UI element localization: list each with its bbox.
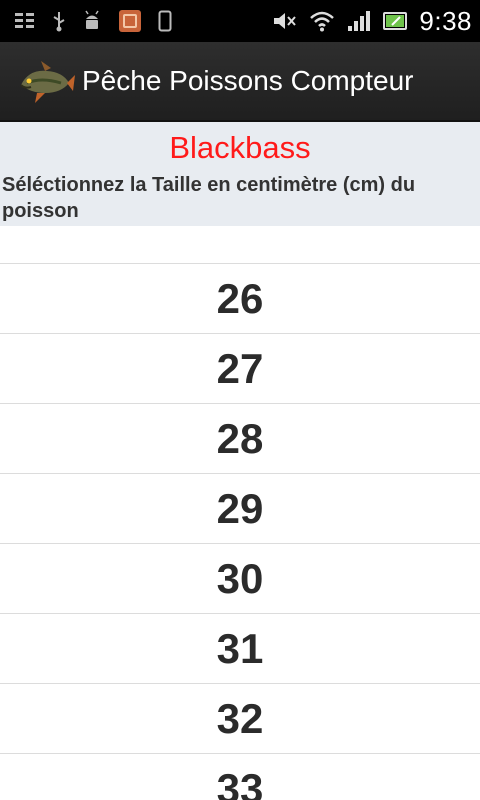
battery-icon [383,11,409,31]
size-item-26[interactable]: 26 [0,264,480,334]
status-indicators: 9:38 [261,6,472,37]
size-item-30[interactable]: 30 [0,544,480,614]
android-debug-icon [82,10,102,32]
status-time: 9:38 [419,5,472,36]
size-item-27[interactable]: 27 [0,334,480,404]
wifi-icon [309,10,335,32]
size-list[interactable]: 26 27 28 29 30 31 32 33 [0,226,480,800]
size-item-32[interactable]: 32 [0,684,480,754]
sd-card-icon [118,9,142,33]
app-title: Pêche Poissons Compteur [82,65,414,96]
size-item-31[interactable]: 31 [0,614,480,684]
fish-name-title: Blackbass [169,130,311,165]
phone-icon [158,10,172,32]
signal-icon [347,10,371,32]
mute-icon [273,11,297,31]
fish-logo-icon[interactable] [16,53,76,109]
list-spacer [0,226,480,264]
size-item-29[interactable]: 29 [0,474,480,544]
size-item-28[interactable]: 28 [0,404,480,474]
size-item-33[interactable]: 33 [0,754,480,800]
header-panel: Blackbass Séléctionnez la Taille en cent… [0,122,480,226]
instruction-text: Séléctionnez la Taille en centimètre (cm… [2,174,416,222]
status-notifications [14,9,188,33]
status-bar: 9:38 [0,0,480,42]
action-bar: Pêche Poissons Compteur [0,42,480,122]
notification-list-icon [14,11,36,31]
usb-icon [52,10,66,32]
